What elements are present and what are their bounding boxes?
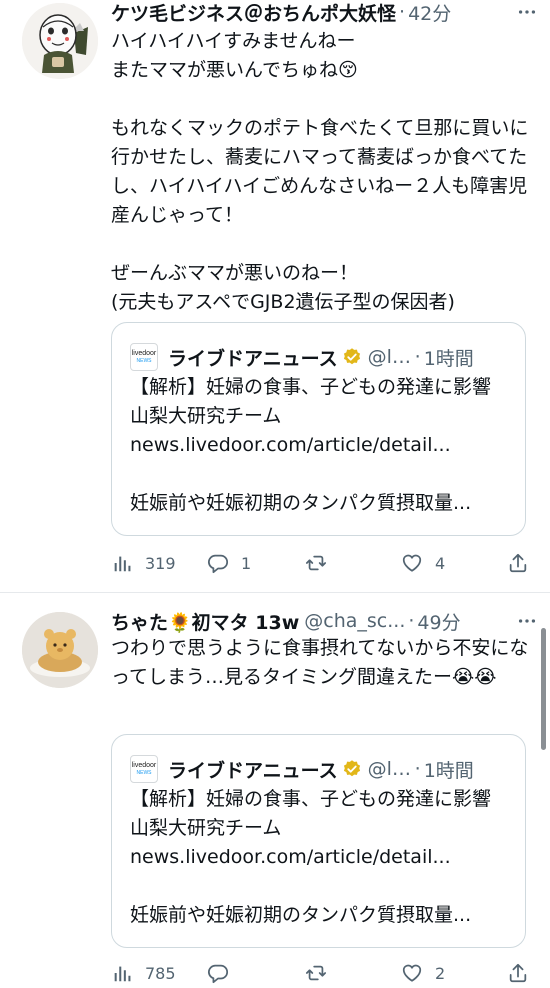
quote-tweet-card[interactable]: livedoor NEWS ライブドアニュース @livedoornews · … [111,734,526,948]
more-icon[interactable] [512,0,542,27]
avatar-illustration [22,612,98,688]
quote-timestamp: 1時間 [423,759,474,782]
separator-dot: · [414,346,421,368]
logo-text-bottom: NEWS [136,358,152,364]
timestamp[interactable]: 42分 [408,0,451,26]
quote-timestamp: 1時間 [423,347,474,370]
tweet[interactable]: ちゃた🌻初マタ 13w @cha_sc... · 49分 つわりで思うように食事… [0,596,550,988]
logo-text-top: livedoor [131,762,157,769]
views-count: 319 [145,553,176,573]
action-bar: 785 2 [111,958,531,988]
reply-icon [207,964,229,984]
retweet-icon [305,555,327,571]
quote-tweet-card[interactable]: livedoor NEWS ライブドアニュース @livedoornews · … [111,322,526,536]
separator-dot: · [414,758,421,780]
tweet-text: ハイハイハイすみませんねー またママが悪いんでちゅね😚 もれなくマックのポテト食… [111,30,529,313]
tweet[interactable]: ケツ毛ビジネス＠おちんポ大妖怪 · 42分 ハイハイハイすみませんねー またママ… [0,0,550,592]
like-count: 2 [435,963,446,983]
like-icon [402,554,422,572]
logo-text-bottom: NEWS [136,770,152,776]
logo-text-top: livedoor [131,350,157,357]
tweet-divider [0,592,550,593]
avatar[interactable] [22,612,98,688]
display-name[interactable]: ケツ毛ビジネス＠おちんポ大妖怪 [111,0,396,26]
like-button[interactable]: 2 [401,958,445,988]
quote-display-name: ライブドアニュース [168,347,338,370]
quote-handle: @livedoornews [367,346,412,368]
reply-count: 1 [241,553,252,573]
retweet-icon [305,965,327,981]
views-button[interactable]: 785 [111,958,176,988]
share-icon [509,553,527,573]
share-icon [509,963,527,983]
verified-badge-icon [343,760,360,777]
avatar[interactable] [22,3,98,79]
verified-badge-icon [343,348,360,365]
quote-text: 【解析】妊婦の食事、子どもの発達に影響 山梨大研究チーム news.livedo… [130,376,492,514]
action-bar: 319 1 4 [111,548,531,578]
quote-header: livedoor NEWS ライブドアニュース @livedoornews · … [130,341,513,373]
like-icon [402,964,422,982]
views-icon [114,556,131,572]
like-count: 4 [435,553,446,573]
quote-handle: @livedoornews [367,758,412,780]
avatar-illustration [22,3,98,79]
handle[interactable]: @cha_sc... [304,610,405,632]
livedoor-logo-icon: livedoor NEWS [130,755,158,783]
quote-header: livedoor NEWS ライブドアニュース @livedoornews · … [130,753,513,785]
display-name[interactable]: ちゃた🌻初マタ 13w [111,608,299,635]
livedoor-logo-icon: livedoor NEWS [130,343,158,371]
like-button[interactable]: 4 [401,548,445,578]
separator-dot: · [399,1,406,23]
views-count: 785 [145,963,176,983]
retweet-button[interactable] [305,958,339,988]
reply-button[interactable] [207,958,241,988]
tweet-text: つわりで思うように食事摂れてないから不安になってしまう…見るタイミング間違えたー… [111,637,529,688]
reply-button[interactable]: 1 [207,548,251,578]
reply-icon [207,554,229,574]
quote-display-name: ライブドアニュース [168,759,338,782]
scrollbar[interactable] [541,628,546,750]
quote-text: 【解析】妊婦の食事、子どもの発達に影響 山梨大研究チーム news.livedo… [130,788,492,926]
share-button[interactable] [507,958,529,988]
views-button[interactable]: 319 [111,548,176,578]
views-icon [114,966,131,982]
timestamp[interactable]: 49分 [417,608,460,635]
more-icon[interactable] [512,606,542,636]
tweet-header: ちゃた🌻初マタ 13w @cha_sc... · 49分 [111,606,531,636]
tweet-header: ケツ毛ビジネス＠おちんポ大妖怪 · 42分 [111,0,531,27]
separator-dot: · [408,610,415,632]
retweet-button[interactable] [305,548,339,578]
share-button[interactable] [507,548,529,578]
